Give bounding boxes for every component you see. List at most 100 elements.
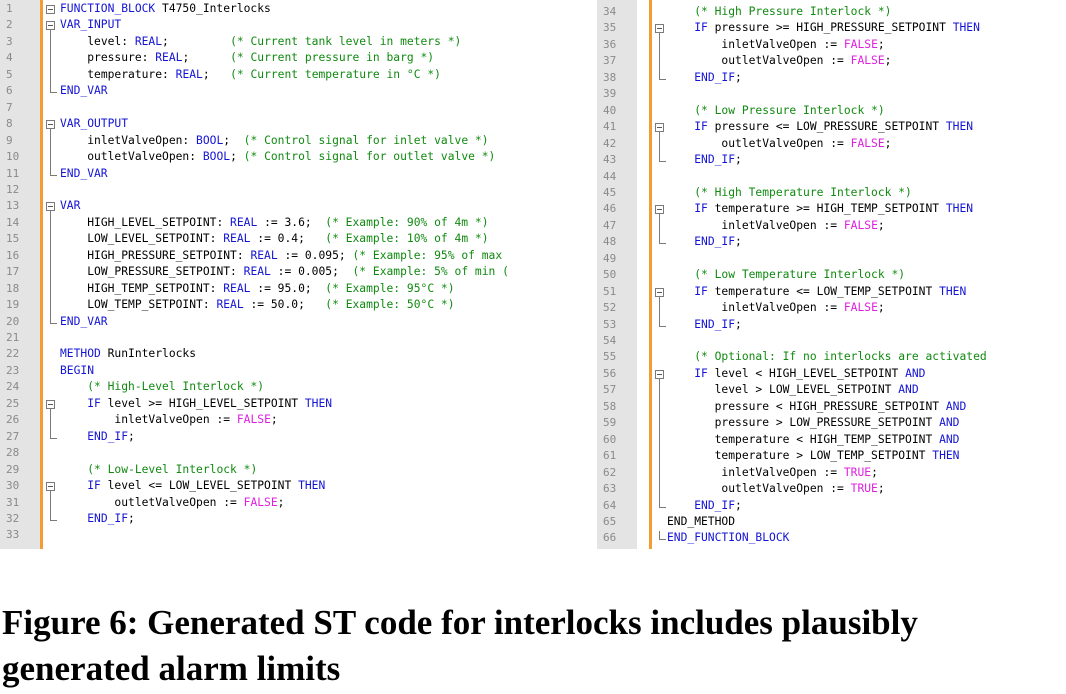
code-text: (* Low Pressure Interlock *) — [667, 103, 884, 119]
line-number: 42 — [603, 136, 617, 150]
code-line: 21 — [0, 330, 596, 346]
text-token: ; — [877, 218, 885, 232]
text-token: ; — [223, 133, 244, 147]
keyword-token: THEN — [952, 21, 980, 35]
line-number: 36 — [603, 37, 617, 51]
keyword-token: AND — [945, 399, 967, 413]
code-line: 27 END_IF; — [0, 429, 596, 445]
code-text: IF pressure <= LOW_PRESSURE_SETPOINT THE… — [667, 119, 973, 135]
fold-collapse-icon[interactable] — [46, 5, 55, 14]
line-number: 17 — [6, 265, 20, 279]
code-line: 1 FUNCTION_BLOCK T4750_Interlocks — [0, 1, 596, 17]
code-text: temperature > LOW_TEMP_SETPOINT THEN — [667, 448, 960, 464]
line-number: 66 — [603, 531, 617, 545]
keyword-token: IF — [87, 396, 101, 410]
code-line: 34 (* High Pressure Interlock *) — [597, 4, 1066, 20]
code-line: 53 END_IF; — [597, 317, 1066, 333]
keyword-token: AND — [939, 416, 960, 430]
line-number: 21 — [6, 331, 20, 344]
code-line: 48 END_IF; — [597, 234, 1066, 250]
code-text: temperature: REAL; (* Current temperatur… — [60, 67, 441, 83]
code-text: outletValveOpen := FALSE; — [60, 495, 284, 511]
text-token: ; — [877, 301, 885, 315]
fold-collapse-icon[interactable] — [655, 287, 664, 297]
keyword-token: END_IF — [694, 235, 736, 249]
fold-end-marker — [659, 235, 666, 245]
line-number: 26 — [6, 413, 20, 427]
code-text: level > LOW_LEVEL_SETPOINT AND — [667, 382, 919, 398]
code-line: 66 END_FUNCTION_BLOCK — [597, 530, 1066, 546]
fold-collapse-icon[interactable] — [46, 120, 55, 130]
code-line: 46 IF temperature >= HIGH_TEMP_SETPOINT … — [597, 201, 1066, 217]
comment-token: (* Example: 50°C *) — [325, 298, 455, 312]
keyword-token: REAL — [243, 265, 271, 279]
code-text: END_IF; — [667, 234, 742, 250]
comment-token: (* Example: 95% of max — [352, 248, 503, 262]
text-token: level: — [87, 34, 135, 48]
code-line: 42 outletValveOpen := FALSE; — [597, 136, 1066, 152]
fold-collapse-icon[interactable] — [655, 24, 664, 34]
code-text: (* High Temperature Interlock *) — [667, 185, 912, 201]
line-number: 12 — [6, 182, 20, 196]
text-token: ; — [162, 34, 231, 48]
code-line: 3 level: REAL; (* Current tank level in … — [0, 34, 596, 50]
text-token: ; — [270, 413, 278, 427]
literal-token: TRUE — [843, 465, 872, 479]
keyword-token: END_IF — [87, 511, 129, 525]
fold-collapse-icon[interactable] — [46, 399, 55, 409]
literal-token: FALSE — [843, 218, 878, 232]
code-text: END_IF; — [60, 429, 135, 445]
text-token: ; — [128, 429, 135, 443]
text-token: inletValveOpen: — [87, 133, 197, 147]
line-number: 34 — [603, 5, 617, 18]
fold-collapse-icon[interactable] — [46, 21, 55, 31]
line-number: 54 — [603, 334, 617, 347]
line-number: 61 — [603, 449, 617, 463]
fold-collapse-icon[interactable] — [46, 482, 55, 492]
text-token: inletValveOpen := — [721, 218, 844, 232]
fold-end-marker — [50, 429, 57, 439]
fold-collapse-icon[interactable] — [655, 123, 664, 133]
line-number: 27 — [6, 429, 20, 443]
code-line: 58 pressure < HIGH_PRESSURE_SETPOINT AND — [597, 399, 1066, 415]
line-number: 65 — [603, 514, 617, 528]
literal-token: FALSE — [843, 37, 878, 51]
code-line: 30 IF level <= LOW_LEVEL_SETPOINT THEN — [0, 478, 596, 494]
code-text: outletValveOpen: BOOL; (* Control signal… — [60, 149, 495, 165]
code-text: IF pressure >= HIGH_PRESSURE_SETPOINT TH… — [667, 20, 980, 36]
code-text: BEGIN — [60, 363, 94, 379]
code-line: 15 LOW_LEVEL_SETPOINT: REAL := 0.4; (* E… — [0, 231, 596, 247]
text-token: pressure > LOW_PRESSURE_SETPOINT — [714, 416, 940, 430]
text-token: outletValveOpen := — [721, 54, 851, 68]
code-text: FUNCTION_BLOCK T4750_Interlocks — [60, 1, 271, 17]
text-token: level >= HIGH_LEVEL_SETPOINT — [100, 396, 305, 410]
comment-token: (* High-Level Interlock *) — [87, 380, 265, 394]
fold-collapse-icon[interactable] — [46, 202, 55, 212]
code-panel-right: 34 (* High Pressure Interlock *) 35 IF pr… — [597, 0, 1066, 549]
keyword-token: IF — [694, 202, 708, 216]
code-text: END_FUNCTION_BLOCK — [667, 530, 789, 546]
code-line: 14 HIGH_LEVEL_SETPOINT: REAL := 3.6; (* … — [0, 215, 596, 231]
code-text: IF temperature >= HIGH_TEMP_SETPOINT THE… — [667, 201, 973, 217]
text-token: pressure >= HIGH_PRESSURE_SETPOINT — [707, 21, 953, 35]
code-text: IF level < HIGH_LEVEL_SETPOINT AND — [667, 366, 925, 382]
code-line: 26 inletValveOpen := FALSE; — [0, 412, 596, 428]
code-line: 65 END_METHOD — [597, 514, 1066, 530]
code-line: 11 END_VAR — [0, 166, 596, 182]
code-line: 43 END_IF; — [597, 152, 1066, 168]
code-line: 55 (* Optional: If no interlocks are act… — [597, 349, 1066, 365]
code-text: IF level >= HIGH_LEVEL_SETPOINT THEN — [60, 396, 332, 412]
text-token: ; — [877, 37, 885, 51]
figure-caption: Figure 6: Generated ST code for interloc… — [2, 603, 918, 688]
text-token: ; — [735, 498, 742, 512]
line-number: 63 — [603, 482, 617, 496]
line-number: 56 — [603, 366, 617, 380]
fold-end-marker — [50, 511, 57, 521]
code-text: pressure > LOW_PRESSURE_SETPOINT AND — [667, 415, 960, 431]
text-token: ; — [877, 482, 885, 496]
keyword-token: VAR_OUTPUT — [60, 117, 129, 131]
fold-collapse-icon[interactable] — [655, 205, 664, 215]
code-line: 2 VAR_INPUT — [0, 17, 596, 33]
fold-collapse-icon[interactable] — [655, 369, 664, 379]
text-token: ; — [182, 51, 231, 65]
